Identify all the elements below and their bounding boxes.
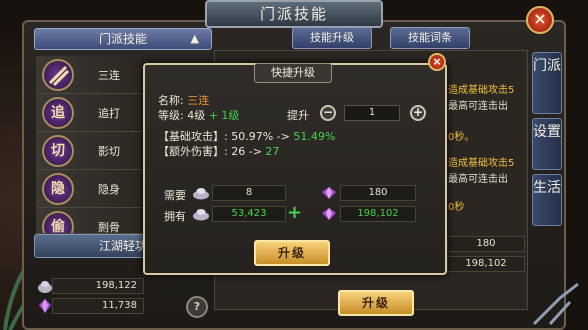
detail-text: 造成基础攻击5 [448, 85, 515, 96]
silver-ingot-icon [38, 281, 52, 293]
stat-label: 【基础攻击】: [158, 130, 228, 143]
detail-text: 最高可连击出 [448, 101, 508, 112]
detail-cost-box: 180 [447, 236, 525, 252]
skill-item-sanlian[interactable]: 三连 [36, 56, 142, 94]
level-plus: + 1级 [208, 109, 240, 122]
detail-text: 0秒。 [448, 132, 475, 143]
stat-to: 51.49% [293, 130, 336, 143]
need-silver-box: 8 [212, 185, 286, 201]
tab-skill-upgrade[interactable]: 技能升级 [292, 27, 372, 49]
purple-gem-icon [39, 299, 51, 313]
collapse-arrow-icon: ▲ [190, 32, 199, 45]
skill-yinshen-icon: 隐 [42, 173, 74, 205]
corner-ornament-icon [532, 282, 579, 326]
decrease-button[interactable]: − [320, 105, 336, 121]
resource-silver-row: 198,122 [38, 278, 144, 294]
add-resource-button[interactable]: + [287, 204, 302, 222]
tab-skill-entries[interactable]: 技能词条 [390, 27, 470, 49]
resource-gem-value: 11,738 [102, 300, 137, 311]
side-tab-sect[interactable]: 门派 [532, 52, 562, 114]
skill-label: 追打 [98, 107, 120, 120]
close-window-button[interactable]: × [526, 6, 554, 34]
skill-sanlian-icon [42, 59, 74, 91]
skill-level-row: 等级: 4级 + 1级 [158, 107, 239, 123]
level-value: 4级 [187, 109, 206, 122]
need-gem-box: 180 [340, 185, 416, 201]
stat-from: 26 [231, 145, 246, 158]
skill-name-row: 名称: 三连 [158, 92, 209, 108]
resource-gem-row: 11,738 [39, 298, 144, 314]
stat-label: 【额外伤害】: [158, 145, 228, 158]
skill-label: 三连 [98, 69, 120, 82]
need-label: 需要 [164, 189, 186, 202]
side-tab-label: 门派 [533, 58, 561, 74]
skill-yingqie-icon: 切 [42, 135, 74, 167]
sect-skills-header-label: 门派技能 [98, 32, 147, 46]
detail-text: 造成基础攻击5 [448, 158, 515, 169]
skill-item-yinshen[interactable]: 隐 隐身 [36, 170, 142, 208]
increase-button[interactable]: + [410, 105, 426, 121]
stat-from: 50.97% [231, 130, 274, 143]
window-title: 门派技能 [259, 5, 328, 23]
detail-text: 最高可连击出 [448, 174, 508, 185]
upgrade-button[interactable]: 升级 [338, 290, 414, 316]
have-label: 拥有 [164, 210, 186, 223]
skill-label: 影切 [98, 145, 120, 158]
side-tab-label: 生活 [533, 180, 561, 196]
stat-arrow: -> [276, 130, 290, 143]
skill-item-piaogu[interactable]: 偷 剽骨 [36, 208, 142, 234]
stat-arrow: -> [248, 145, 262, 158]
have-gem-box: 198,102 [340, 206, 416, 222]
sect-skills-header[interactable]: 门派技能 ▲ [34, 28, 212, 50]
raise-label: 提升 [287, 109, 309, 122]
have-silver-box: 53,423 [212, 206, 286, 222]
skill-label: 隐身 [98, 183, 120, 196]
purple-gem-icon [322, 208, 336, 220]
resource-silver-value: 198,122 [95, 280, 137, 291]
dialog-close-button[interactable]: × [428, 53, 446, 71]
side-tab-life[interactable]: 生活 [532, 174, 562, 226]
stat-base-attack: 【基础攻击】: 50.97% -> 51.49% [158, 128, 335, 144]
dialog-title: 快捷升级 [254, 63, 332, 83]
level-quantity-input[interactable]: 1 [344, 105, 400, 121]
name-value: 三连 [187, 94, 210, 107]
side-tab-settings[interactable]: 设置 [532, 118, 562, 170]
dialog-upgrade-button[interactable]: 升级 [254, 240, 330, 266]
skill-item-zhuida[interactable]: 追 追打 [36, 94, 142, 132]
skill-zhuida-icon: 追 [42, 97, 74, 129]
window-title-bar: 门派技能 [205, 0, 383, 28]
purple-gem-icon [322, 187, 336, 199]
name-label: 名称: [158, 94, 184, 107]
stat-extra-damage: 【额外伤害】: 26 -> 27 [158, 143, 279, 159]
skill-piaogu-icon: 偷 [42, 211, 74, 233]
help-button[interactable]: ? [186, 296, 208, 318]
detail-owned-box: 198,102 [447, 256, 525, 272]
silver-ingot-icon [193, 209, 209, 221]
stat-to: 27 [265, 145, 280, 158]
skill-item-yingqie[interactable]: 切 影切 [36, 132, 142, 170]
skill-label: 剽骨 [98, 221, 120, 234]
silver-ingot-icon [193, 188, 209, 200]
detail-text: 0秒 [448, 202, 465, 213]
level-label: 等级: [158, 109, 184, 122]
side-tab-label: 设置 [533, 124, 561, 140]
